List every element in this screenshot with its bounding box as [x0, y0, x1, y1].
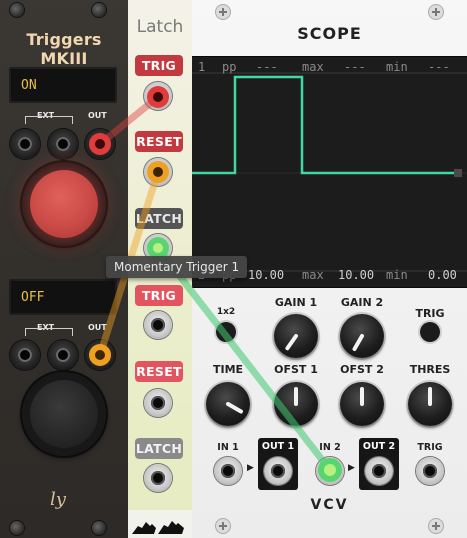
ch1-label: 1: [198, 60, 206, 74]
trace-line: [192, 75, 454, 175]
momentary-trigger-1-button[interactable]: [22, 162, 106, 246]
gain1-knob[interactable]: [274, 314, 318, 358]
trig-mode-button[interactable]: [420, 322, 440, 342]
in1-label: IN 1: [217, 442, 239, 453]
time-label: TIME: [212, 363, 244, 376]
trig-jack-1[interactable]: [144, 82, 172, 110]
ch1-min-label: min: [386, 60, 408, 74]
module-title: Triggers MKIII: [26, 30, 102, 68]
ext-jack-3[interactable]: [10, 340, 40, 370]
trig-in-label: TRIG: [417, 442, 443, 453]
reset-button-1[interactable]: RESET: [135, 131, 183, 152]
waveform-plot: [192, 72, 467, 272]
x2-button[interactable]: [216, 322, 236, 342]
thres-label: THRES: [409, 363, 451, 376]
screw-icon: [92, 3, 106, 17]
status-text-bottom: OFF: [21, 290, 45, 305]
ch2-max-label: max: [302, 268, 324, 282]
tooltip: Momentary Trigger 1: [106, 256, 248, 278]
ch2-min-label: min: [386, 268, 408, 282]
screw-icon: [92, 521, 106, 535]
latch-button-2[interactable]: LATCH: [135, 438, 183, 459]
ext-jack-4[interactable]: [48, 340, 78, 370]
ofst1-knob[interactable]: [274, 382, 318, 426]
vcv-logo: VCV: [310, 497, 349, 513]
trig-mode-label: TRIG: [415, 307, 445, 320]
screw-icon: [429, 5, 443, 19]
ch1-max-value: ---: [344, 60, 366, 74]
ch2-min-value: 0.00: [428, 268, 457, 282]
camel-logo-icon: [128, 510, 192, 538]
out2-label: OUT 2: [362, 441, 396, 452]
reset-jack-1[interactable]: [144, 158, 172, 186]
out-jack-bottom[interactable]: [85, 340, 115, 370]
out1-jack[interactable]: [264, 457, 292, 485]
out-jack-top[interactable]: [85, 129, 115, 159]
trig-in-jack[interactable]: [416, 457, 444, 485]
screw-icon: [10, 521, 24, 535]
module-title: SCOPE: [297, 24, 362, 43]
ch1-min-value: ---: [428, 60, 450, 74]
ch1-pp-label: pp: [222, 60, 237, 74]
out2-jack[interactable]: [365, 457, 393, 485]
time-knob[interactable]: [206, 382, 250, 426]
ch2-max-value: 10.00: [338, 268, 375, 282]
ofst2-knob[interactable]: [340, 382, 384, 426]
in1-jack[interactable]: [214, 457, 242, 485]
screw-icon: [216, 5, 230, 19]
ext-jack-2[interactable]: [48, 129, 78, 159]
gain1-label: GAIN 1: [274, 296, 318, 309]
in2-label: IN 2: [319, 442, 341, 453]
ch1-max-label: max: [302, 60, 324, 74]
x2-label: 1x2: [216, 307, 236, 317]
latch-button-1[interactable]: LATCH: [135, 208, 183, 229]
reset-jack-2[interactable]: [144, 389, 172, 417]
screw-icon: [10, 3, 24, 17]
module-title: Latch: [136, 17, 184, 37]
out1-label: OUT 1: [261, 441, 295, 452]
trigger-marker-icon: [454, 169, 462, 177]
brand-logo: ly: [50, 489, 66, 510]
ch2-pp-value: 10.00: [248, 268, 285, 282]
screw-icon: [216, 519, 230, 533]
ofst1-label: OFST 1: [274, 363, 318, 376]
ext-jack-1[interactable]: [10, 129, 40, 159]
trig-button-2[interactable]: TRIG: [135, 285, 183, 306]
ch1-pp-value: ---: [256, 60, 278, 74]
trig-jack-2[interactable]: [144, 311, 172, 339]
in2-jack[interactable]: [316, 457, 344, 485]
arrow-right-icon: ▶: [247, 463, 254, 473]
trig-button-1[interactable]: TRIG: [135, 55, 183, 76]
status-display-bottom: OFF: [9, 279, 117, 315]
out-label-bottom: OUT: [88, 323, 107, 332]
out-label-top: OUT: [88, 111, 107, 120]
status-text-top: ON: [21, 78, 37, 93]
ofst2-label: OFST 2: [340, 363, 384, 376]
momentary-trigger-2-button[interactable]: [22, 372, 106, 456]
status-display-top: ON: [9, 67, 117, 103]
scope-display: 1 pp --- max --- min --- 2 pp 10.00 max …: [192, 56, 467, 288]
arrow-right-icon: ▶: [348, 463, 355, 473]
thres-knob[interactable]: [408, 382, 452, 426]
gain2-label: GAIN 2: [340, 296, 384, 309]
latch-out-jack-2[interactable]: [144, 464, 172, 492]
screw-icon: [429, 519, 443, 533]
gain2-knob[interactable]: [340, 314, 384, 358]
reset-button-2[interactable]: RESET: [135, 361, 183, 382]
